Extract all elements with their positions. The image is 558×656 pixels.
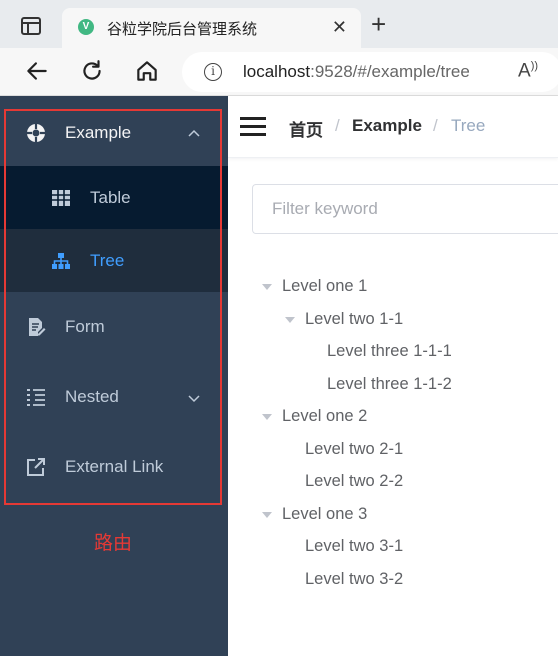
sidebar-item-label: External Link — [65, 456, 164, 476]
breadcrumb-separator: / — [433, 116, 438, 135]
compass-icon — [26, 123, 46, 143]
sidebar-item-label: Tree — [90, 250, 125, 270]
tree-node[interactable]: Level one 3 — [282, 505, 367, 524]
breadcrumb-example[interactable]: Example — [352, 116, 422, 136]
breadcrumb-current: Tree — [451, 116, 486, 135]
caret-down-icon[interactable] — [262, 414, 272, 420]
chevron-down-icon — [187, 390, 201, 404]
browser-tab-bar: V 谷粒学院后台管理系统 ✕ + — [0, 0, 558, 48]
plus-icon[interactable]: + — [371, 11, 386, 37]
form-icon — [26, 317, 46, 337]
tree-node[interactable]: Level one 1 — [282, 277, 367, 296]
tree-node[interactable]: Level two 2-1 — [305, 440, 403, 459]
tree-node[interactable]: Level three 1-1-1 — [327, 342, 452, 361]
app-header: 首页 / Example / Tree — [228, 96, 558, 158]
nested-icon — [26, 387, 46, 407]
sidebar-item-table[interactable]: Table — [0, 166, 228, 229]
tree-node[interactable]: Level two 2-2 — [305, 472, 403, 491]
sidebar-item-label: Nested — [65, 386, 119, 406]
annotation-note: 路由 — [94, 533, 133, 554]
window-icon[interactable] — [21, 17, 41, 35]
address-bar[interactable]: i localhost:9528/#/example/tree A)) — [182, 52, 558, 92]
caret-down-icon[interactable] — [262, 284, 272, 290]
hamburger-icon[interactable] — [240, 117, 266, 137]
info-icon[interactable]: i — [204, 63, 222, 81]
caret-down-icon[interactable] — [285, 317, 295, 323]
breadcrumb-separator: / — [335, 116, 340, 135]
sidebar-item-tree[interactable]: Tree — [0, 229, 228, 292]
tree-node[interactable]: Level two 3-1 — [305, 537, 403, 556]
back-arrow-icon[interactable] — [24, 58, 52, 86]
sidebar-item-label: Form — [65, 316, 105, 336]
tree-node[interactable]: Level two 1-1 — [305, 310, 403, 329]
table-icon — [51, 188, 71, 208]
sidebar-item-form[interactable]: Form — [0, 295, 228, 358]
chevron-up-icon — [187, 126, 201, 140]
caret-down-icon[interactable] — [262, 512, 272, 518]
sidebar-item-external-link[interactable]: External Link — [0, 435, 228, 498]
external-link-icon — [26, 457, 46, 477]
refresh-icon[interactable] — [79, 58, 107, 86]
tree-node[interactable]: Level one 2 — [282, 407, 367, 426]
browser-nav-bar: i localhost:9528/#/example/tree A)) — [0, 48, 558, 96]
tab-title: 谷粒学院后台管理系统 — [107, 21, 258, 38]
tree-node[interactable]: Level three 1-1-2 — [327, 375, 452, 394]
filter-input[interactable] — [252, 184, 558, 234]
close-icon[interactable]: ✕ — [332, 17, 347, 37]
home-icon[interactable] — [134, 58, 162, 86]
breadcrumb-home[interactable]: 首页 — [289, 116, 323, 141]
vue-favicon-icon: V — [78, 19, 94, 35]
sidebar-item-label: Table — [90, 187, 131, 207]
sidebar-item-label: Example — [65, 123, 132, 142]
tree-node[interactable]: Level two 3-2 — [305, 570, 403, 589]
url-text[interactable]: localhost:9528/#/example/tree — [243, 62, 470, 82]
sidebar-item-example[interactable]: Example — [0, 100, 228, 166]
sidebar-item-nested[interactable]: Nested — [0, 365, 228, 428]
browser-tab[interactable]: V 谷粒学院后台管理系统 ✕ — [62, 8, 361, 48]
read-aloud-icon[interactable]: A)) — [518, 60, 538, 82]
tree-icon — [51, 251, 71, 271]
